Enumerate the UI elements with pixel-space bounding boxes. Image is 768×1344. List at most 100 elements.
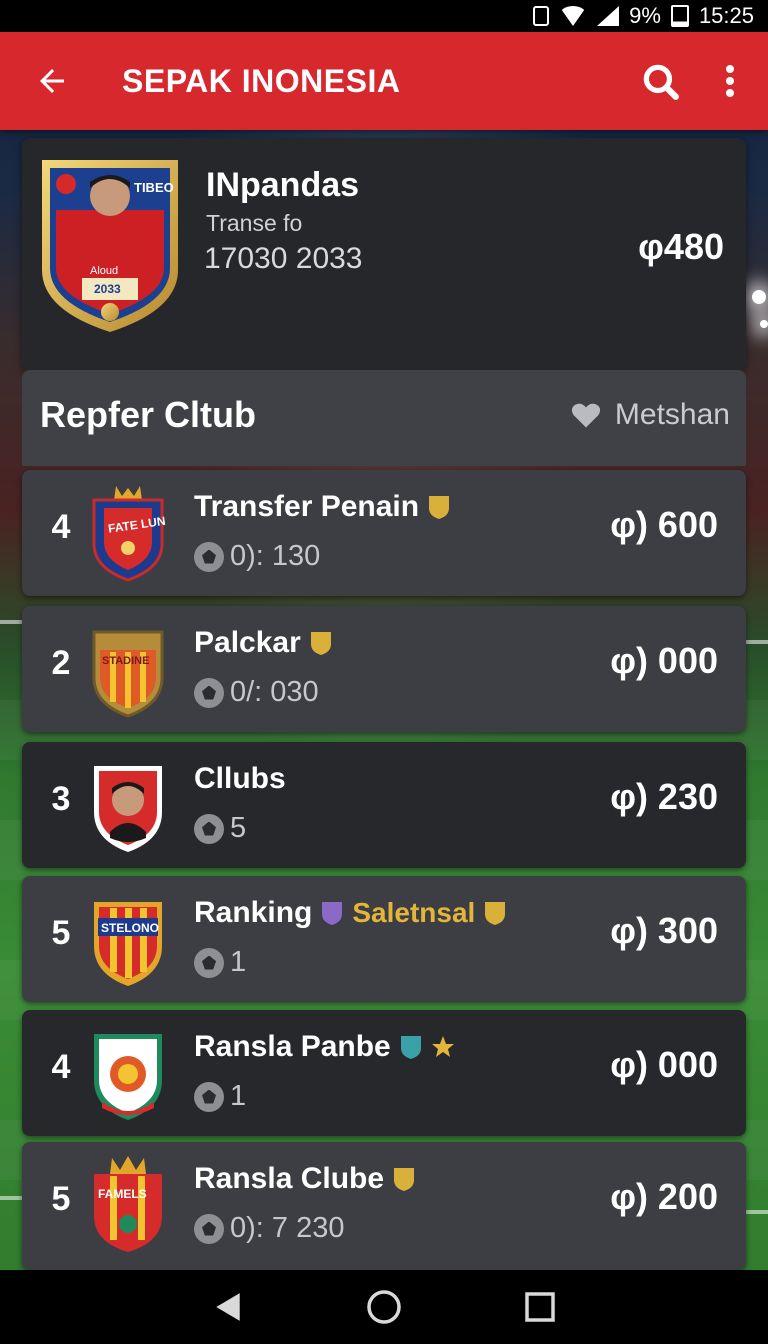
more-vert-icon xyxy=(726,65,734,97)
club-meta-text: 0/: 030 xyxy=(230,676,319,708)
club-meta-text: 0): 7 230 xyxy=(230,1212,345,1244)
club-rank: 2 xyxy=(51,644,71,682)
nav-recents-button[interactable] xyxy=(510,1277,570,1337)
player-dates: 17030 2033 xyxy=(204,242,363,275)
club-name-text: Ransla Clube xyxy=(194,1162,385,1195)
purple-badge-icon xyxy=(322,902,343,925)
club-value: φ) 300 xyxy=(610,910,718,951)
player-subtitle: Transe fo xyxy=(206,210,303,236)
club-name: Transfer Penain xyxy=(194,490,451,524)
section-header: Repfer Cltub Metshan xyxy=(22,370,746,466)
club-row[interactable]: 3 Cllubs 5 φ) 230 xyxy=(22,742,746,868)
football-icon xyxy=(194,813,224,844)
circle-home-icon xyxy=(367,1290,401,1324)
club-name: Ranking Saletnsal xyxy=(194,896,507,930)
football-icon xyxy=(194,947,224,978)
player-name: INpandas xyxy=(206,166,360,204)
club-crest-icon xyxy=(94,766,162,852)
football-icon xyxy=(194,677,224,708)
svg-text:STADINE: STADINE xyxy=(102,655,149,667)
section-title: Repfer Cltub xyxy=(40,394,256,435)
svg-text:2033: 2033 xyxy=(94,282,121,296)
favorites-filter-button[interactable]: Metshan xyxy=(571,398,730,432)
clock: 15:25 xyxy=(698,3,754,28)
club-value: φ) 200 xyxy=(610,1176,718,1217)
back-button[interactable] xyxy=(0,32,104,130)
club-value: φ) 000 xyxy=(610,1044,718,1085)
club-crest-icon: FATE LUN xyxy=(92,486,166,582)
club-name-text: Transfer Penain xyxy=(194,490,420,523)
club-row[interactable]: 2 STADINE Palckar 0/: 030 φ) 000 xyxy=(22,606,746,732)
club-value: φ) 600 xyxy=(610,504,718,545)
nav-home-button[interactable] xyxy=(354,1277,414,1337)
wifi-icon xyxy=(559,6,588,26)
gold-badge-icon xyxy=(310,632,331,655)
club-rank: 3 xyxy=(51,780,71,818)
club-rank: 5 xyxy=(51,914,71,952)
club-rank: 4 xyxy=(51,1048,71,1086)
gold-badge-icon xyxy=(429,496,450,519)
app-bar: SEPAK INONESIA xyxy=(0,32,768,130)
club-tag: Saletnsal xyxy=(352,897,476,928)
football-icon xyxy=(194,541,224,572)
player-value: φ480 xyxy=(638,226,724,267)
nav-back-button[interactable] xyxy=(198,1277,258,1337)
status-bar: 9% 15:25 xyxy=(0,0,768,32)
club-name: Palckar xyxy=(194,626,333,660)
more-options-button[interactable] xyxy=(710,51,750,111)
club-crest-icon: STADINE xyxy=(92,630,164,718)
club-row[interactable]: 5 STELONO Ranking Saletnsal 1 φ) 300 xyxy=(22,876,746,1002)
search-icon xyxy=(643,64,679,100)
club-crest-icon: STELONO xyxy=(94,902,162,986)
football-icon xyxy=(194,1081,224,1112)
club-name-text: Ranking xyxy=(194,896,313,929)
club-value: φ) 000 xyxy=(610,640,718,681)
triangle-back-icon xyxy=(216,1293,240,1321)
club-crest-icon xyxy=(94,1034,162,1120)
club-meta-text: 1 xyxy=(230,1080,247,1112)
svg-text:FAMELS: FAMELS xyxy=(98,1187,147,1201)
club-meta: 1 xyxy=(194,1080,246,1113)
club-meta-text: 5 xyxy=(230,812,247,844)
heart-icon xyxy=(571,403,601,428)
svg-text:Aloud: Aloud xyxy=(90,265,118,277)
app-title: SEPAK INONESIA xyxy=(122,62,401,99)
club-row[interactable]: 4 FATE LUN Transfer Penain 0): 130 φ) 60… xyxy=(22,470,746,596)
club-row[interactable]: 5 FAMELS Ransla Clube 0): 7 230 φ) 200 xyxy=(22,1142,746,1270)
club-meta: 1 xyxy=(194,946,246,979)
club-rank: 5 xyxy=(51,1180,71,1218)
favorites-filter-label: Metshan xyxy=(614,398,730,431)
svg-text:TIBEO: TIBEO xyxy=(134,180,174,195)
battery-percent: 9% xyxy=(629,3,661,28)
club-row[interactable]: 4 Ransla Panbe 1 φ) 000 xyxy=(22,1010,746,1136)
club-name: Ransla Clube xyxy=(194,1162,416,1196)
gold-badge-icon xyxy=(394,1168,415,1191)
club-meta: 0/: 030 xyxy=(194,676,319,709)
club-name: Ransla Panbe xyxy=(194,1030,455,1064)
club-name-text: Palckar xyxy=(194,626,301,659)
square-recents-icon xyxy=(525,1292,555,1322)
club-meta: 0): 130 xyxy=(194,540,320,573)
player-badge-icon: TIBEO Aloud 2033 xyxy=(42,160,178,332)
club-name-text: Ransla Panbe xyxy=(194,1030,391,1063)
club-meta-text: 0): 130 xyxy=(230,540,321,572)
battery-icon xyxy=(670,5,689,27)
club-meta-text: 1 xyxy=(230,946,247,978)
player-profile-card[interactable]: TIBEO Aloud 2033 INpandas Transe fo 1703… xyxy=(22,138,746,370)
club-rank: 4 xyxy=(51,508,71,546)
system-nav-bar xyxy=(0,1270,768,1344)
club-meta: 5 xyxy=(194,812,246,845)
club-meta: 0): 7 230 xyxy=(194,1212,344,1245)
sim-icon xyxy=(533,6,550,26)
search-button[interactable] xyxy=(630,51,690,111)
club-name: Cllubs xyxy=(194,762,286,796)
signal-icon xyxy=(597,6,620,26)
club-value: φ) 230 xyxy=(610,776,718,817)
star-icon xyxy=(431,1036,454,1057)
club-crest-icon: FAMELS xyxy=(94,1156,162,1252)
club-name-text: Cllubs xyxy=(194,762,286,795)
svg-text:STELONO: STELONO xyxy=(101,921,159,935)
gold-badge-icon xyxy=(485,902,506,925)
teal-badge-icon xyxy=(400,1036,421,1059)
football-icon xyxy=(194,1213,224,1244)
